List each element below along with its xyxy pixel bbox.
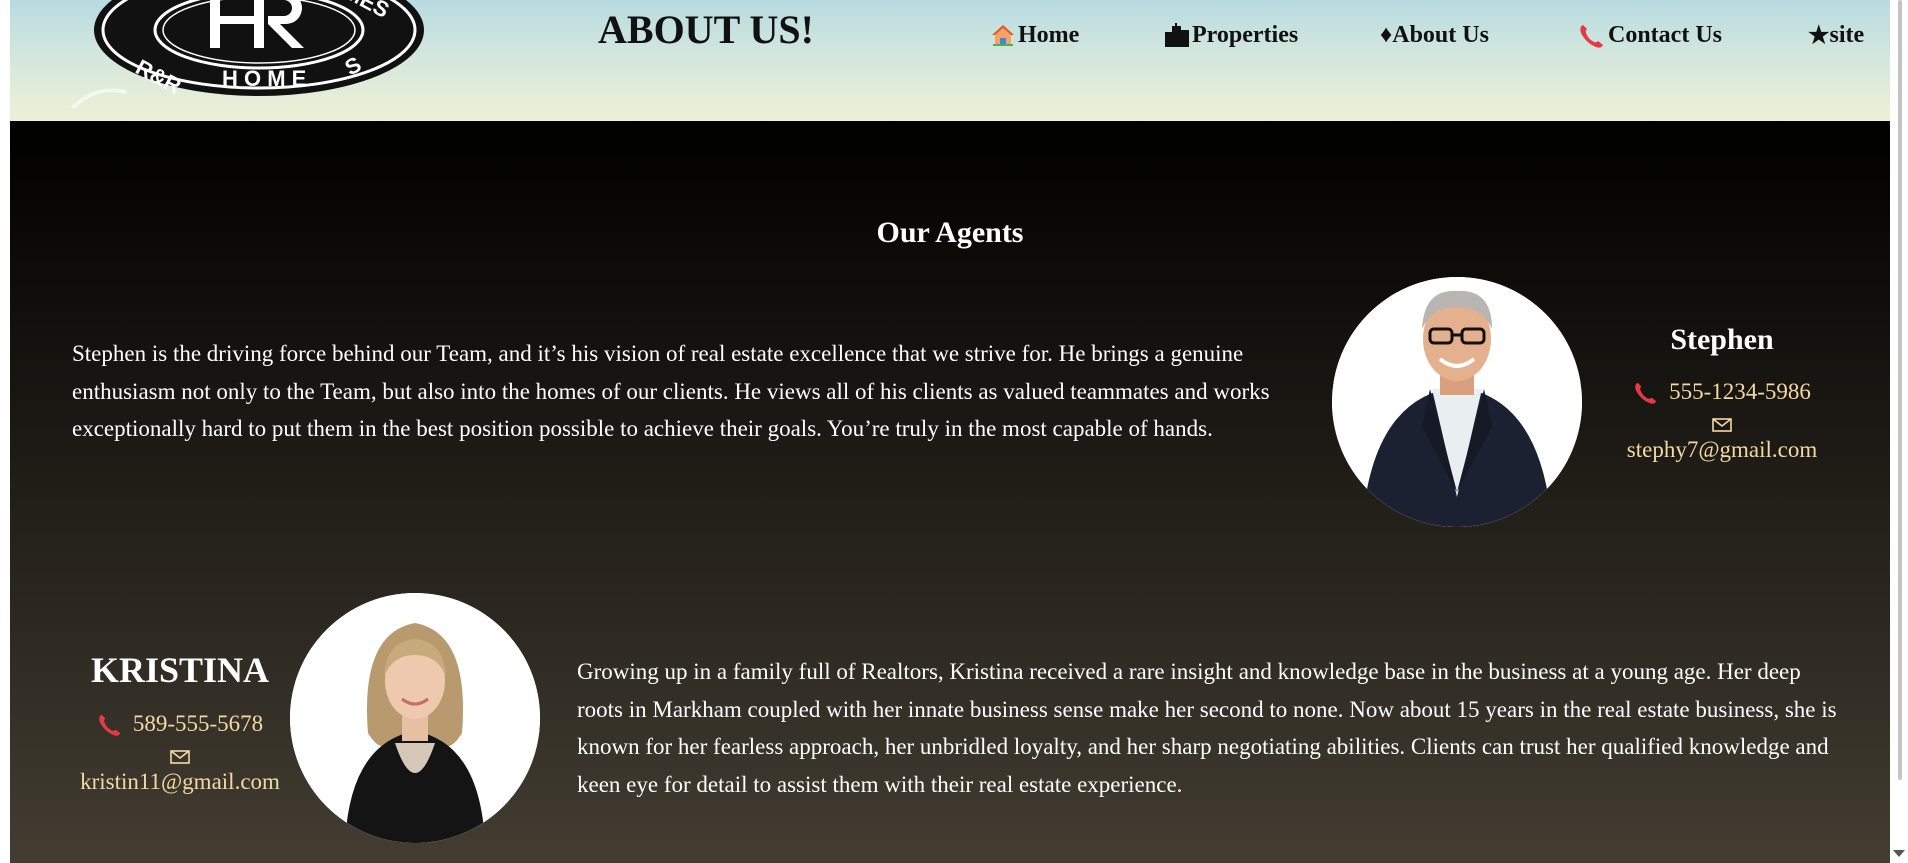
agent-bio-kristina: Growing up in a family full of Realtors,…	[577, 659, 1837, 797]
nav-site-label: site	[1829, 21, 1865, 48]
nav-home-label: Home	[1018, 21, 1080, 48]
diamond-icon: ♦	[1380, 21, 1393, 48]
nav-contact-link[interactable]: Contact Us	[1578, 18, 1722, 52]
agent-name-kristina: KRISTINA	[90, 650, 270, 690]
agent-phone-number: 555-1234-5986	[1669, 379, 1811, 404]
nav-properties-label: Properties	[1192, 21, 1299, 48]
page: R&R MES R&R H O M E S ABOUT US!	[10, 0, 1890, 863]
nav-site-link[interactable]: ★ site	[1808, 18, 1864, 52]
svg-text:H O M E: H O M E	[222, 66, 306, 91]
agent-phone-number: 589-555-5678	[132, 711, 264, 736]
buildings-icon	[1164, 22, 1190, 48]
agent-card-kristina: KRISTINA 589-555-5678 kristin11@gmail.co…	[62, 649, 298, 795]
site-header: R&R MES R&R H O M E S ABOUT US!	[10, 0, 1890, 121]
agents-section: Our Agents Stephen is the driving force …	[10, 121, 1890, 863]
nav-home-link[interactable]: Home	[990, 18, 1079, 52]
agent-photo-kristina	[290, 593, 540, 843]
scrollbar-thumb[interactable]	[1898, 0, 1902, 780]
mail-icon	[1610, 417, 1834, 433]
main-nav: Home Properties ♦ About Us Contact Us ★ …	[10, 18, 1890, 52]
agent-email-kristina[interactable]: kristin11@gmail.com	[62, 769, 298, 795]
star-icon: ★	[1808, 22, 1830, 49]
scroll-down-arrow-icon[interactable]	[1893, 850, 1905, 857]
nav-about-link[interactable]: ♦ About Us	[1380, 18, 1489, 52]
agent-phone-kristina[interactable]: 589-555-5678	[62, 711, 298, 737]
section-title: Our Agents	[876, 216, 1024, 249]
agent-card-stephen: Stephen 555-1234-5986 stephy7@gmail.com	[1610, 323, 1834, 463]
agent-phone-stephen[interactable]: 555-1234-5986	[1610, 379, 1834, 405]
agent-bio-stephen: Stephen is the driving force behind our …	[72, 341, 1270, 441]
mail-icon	[62, 749, 298, 765]
agent-email-stephen[interactable]: stephy7@gmail.com	[1610, 437, 1834, 463]
nav-about-label: About Us	[1392, 21, 1489, 48]
phone-icon	[1633, 379, 1659, 405]
phone-icon	[97, 711, 123, 737]
house-icon	[990, 22, 1016, 48]
nav-contact-label: Contact Us	[1608, 21, 1722, 48]
nav-properties-link[interactable]: Properties	[1164, 18, 1298, 52]
page-scrollbar[interactable]	[1890, 0, 1908, 863]
phone-icon	[1578, 22, 1606, 48]
agent-name-stephen: Stephen	[1670, 323, 1774, 356]
agent-photo-stephen	[1332, 277, 1582, 527]
